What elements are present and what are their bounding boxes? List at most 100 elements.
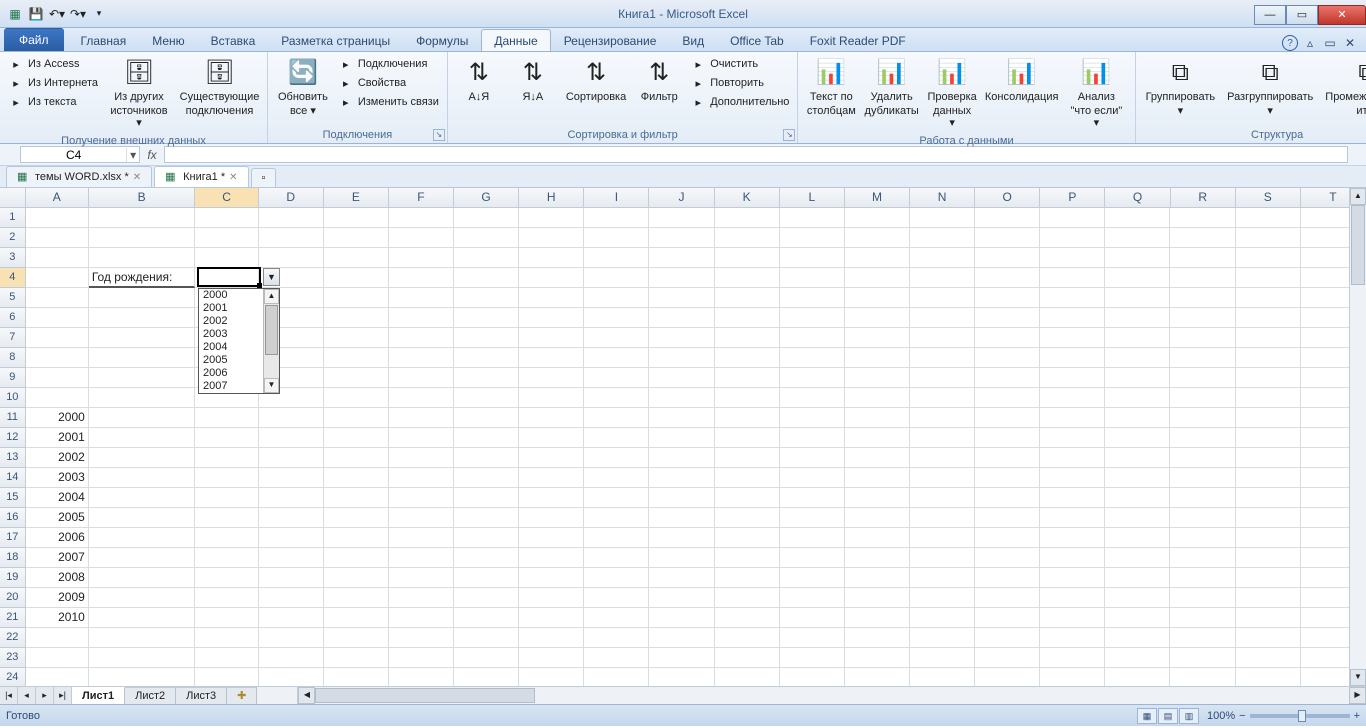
cell[interactable] [780,568,845,588]
cell[interactable] [845,388,910,408]
ribbon-button[interactable]: 📊Консолидация [983,55,1060,105]
cell[interactable] [1105,448,1170,468]
cell[interactable] [1170,308,1235,328]
cell[interactable] [519,328,584,348]
view-pagebreak-button[interactable]: ▥ [1179,708,1199,724]
cell[interactable] [910,528,975,548]
column-header[interactable]: R [1171,188,1236,207]
column-header[interactable]: C [195,188,258,207]
cell[interactable] [780,608,845,628]
cell[interactable] [259,208,324,228]
formula-bar[interactable] [164,146,1348,163]
cell[interactable] [195,588,258,608]
cell[interactable] [1170,228,1235,248]
row-header[interactable]: 22 [0,628,26,648]
cell[interactable] [715,388,780,408]
cell[interactable] [845,568,910,588]
cell[interactable] [454,588,519,608]
name-box-dropdown-icon[interactable]: ▾ [126,148,139,162]
cell[interactable] [975,468,1040,488]
cell[interactable] [910,448,975,468]
cell[interactable] [1040,608,1105,628]
row-header[interactable]: 21 [0,608,26,628]
cell[interactable] [519,428,584,448]
cell[interactable] [1105,268,1170,288]
cell[interactable] [454,388,519,408]
cell[interactable] [649,368,714,388]
cell[interactable] [780,268,845,288]
cell[interactable] [1170,648,1235,668]
cell[interactable] [584,248,649,268]
cell[interactable] [1236,548,1301,568]
close-window-icon[interactable]: ✕ [1342,35,1358,51]
cell[interactable] [910,488,975,508]
cell[interactable] [1040,328,1105,348]
cell[interactable] [324,568,389,588]
spreadsheet-grid[interactable]: ABCDEFGHIJKLMNOPQRST 1234Год рождения:56… [0,188,1366,686]
cell[interactable] [845,588,910,608]
cell[interactable] [454,608,519,628]
cell[interactable] [519,628,584,648]
cell[interactable] [1040,568,1105,588]
ribbon-button[interactable]: ⇅Фильтр [634,55,684,105]
ribbon-button[interactable]: ⇅Я↓А [508,55,558,105]
cell[interactable] [1040,428,1105,448]
cell[interactable] [259,528,324,548]
column-header[interactable]: I [584,188,649,207]
cell[interactable] [715,348,780,368]
cell[interactable] [1105,208,1170,228]
cell[interactable] [975,268,1040,288]
cell[interactable] [649,348,714,368]
cell[interactable] [715,248,780,268]
cell[interactable]: 2002 [26,448,89,468]
new-sheet-button[interactable]: ✚ [227,687,257,704]
cell[interactable] [454,648,519,668]
cell[interactable] [389,608,454,628]
cell[interactable] [1040,648,1105,668]
row-header[interactable]: 9 [0,368,26,388]
cell[interactable] [324,208,389,228]
cell[interactable] [89,308,196,328]
cell[interactable] [89,548,196,568]
ribbon-button[interactable]: 📊Текст постолбцам [804,55,858,119]
cell[interactable] [454,368,519,388]
cell[interactable] [910,388,975,408]
column-header[interactable]: M [845,188,910,207]
cell[interactable] [975,548,1040,568]
cell[interactable] [1040,208,1105,228]
column-header[interactable]: L [780,188,845,207]
close-tab-icon[interactable]: ✕ [229,172,237,183]
cell[interactable] [975,508,1040,528]
cell[interactable] [1040,548,1105,568]
cell[interactable] [89,408,196,428]
cell[interactable] [389,628,454,648]
cell[interactable] [324,448,389,468]
cell[interactable] [89,628,196,648]
cell[interactable] [454,408,519,428]
cell[interactable] [1105,608,1170,628]
cell[interactable] [259,468,324,488]
save-icon[interactable]: 💾 [27,5,45,23]
cell[interactable] [89,488,196,508]
cell[interactable] [1105,388,1170,408]
cell[interactable] [910,208,975,228]
column-header[interactable]: G [454,188,519,207]
cell[interactable] [910,508,975,528]
cell[interactable] [1105,368,1170,388]
cell[interactable] [910,568,975,588]
cell[interactable] [584,608,649,628]
cell[interactable] [649,228,714,248]
cell[interactable] [195,408,258,428]
cell[interactable] [89,568,196,588]
cell[interactable] [845,488,910,508]
cell[interactable] [89,468,196,488]
cell[interactable] [89,608,196,628]
cell[interactable] [975,668,1040,686]
cell[interactable] [26,208,89,228]
cell[interactable] [715,308,780,328]
tab-Foxit Reader PDF[interactable]: Foxit Reader PDF [797,29,919,51]
cell[interactable] [910,668,975,686]
cell[interactable] [389,348,454,368]
cell[interactable] [584,208,649,228]
cell[interactable] [715,288,780,308]
